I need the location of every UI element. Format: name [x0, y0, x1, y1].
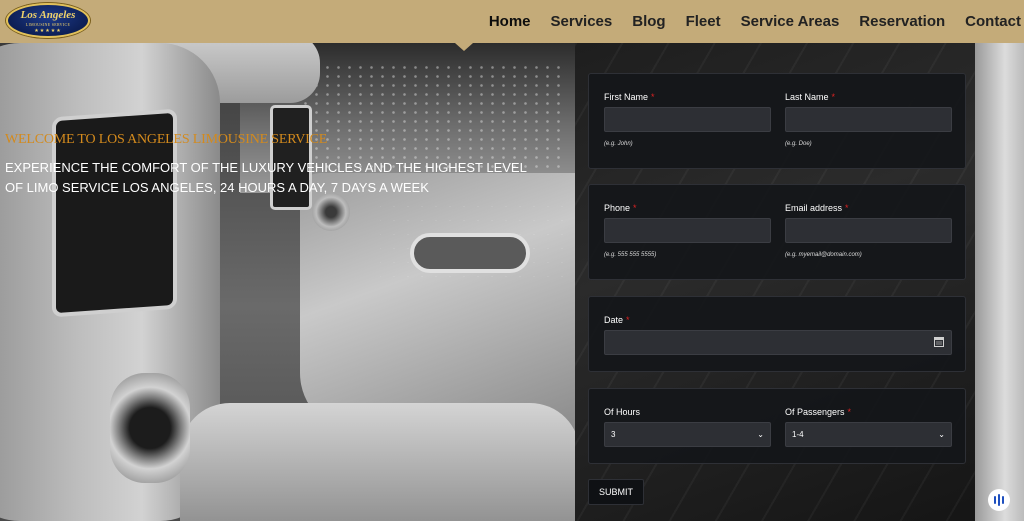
- required-marker: *: [651, 92, 655, 102]
- active-nav-pointer: [455, 43, 473, 51]
- calendar-icon[interactable]: [934, 337, 944, 347]
- hours-value: 3: [611, 430, 616, 439]
- last-name-hint: (e.g. Doe): [785, 141, 812, 147]
- date-panel: Date *: [588, 296, 966, 372]
- right-seat: [975, 43, 1024, 521]
- first-name-label: First Name *: [604, 92, 655, 102]
- required-marker: *: [626, 315, 630, 325]
- phone-label: Phone *: [604, 203, 637, 213]
- required-marker: *: [845, 203, 849, 213]
- nav-item-blog[interactable]: Blog: [632, 13, 665, 30]
- welcome-heading: WELCOME TO LOS ANGELES LIMOUSINE SERVICE: [5, 132, 328, 147]
- last-name-label: Last Name *: [785, 92, 836, 102]
- city-lights: [300, 63, 560, 173]
- widget-bar: [994, 496, 996, 504]
- site-logo[interactable]: Los Angeles LIMOUSINE SERVICE ★★★★★: [6, 3, 90, 38]
- contact-panel: Phone * (e.g. 555 555 5555) Email address…: [588, 184, 966, 280]
- reservation-form: First Name * (e.g. John) Last Name * (e.g.…: [588, 43, 968, 521]
- name-panel: First Name * (e.g. John) Last Name * (e.g.…: [588, 73, 966, 169]
- hours-select[interactable]: 3 ⌄: [604, 422, 771, 447]
- required-marker: *: [633, 203, 637, 213]
- widget-bar: [998, 494, 1000, 506]
- site-header: Los Angeles LIMOUSINE SERVICE ★★★★★ Home…: [0, 0, 1024, 43]
- main-nav: Home Services Blog Fleet Service Areas R…: [489, 0, 1024, 43]
- logo-title: Los Angeles: [20, 9, 76, 21]
- chat-widget-icon[interactable]: [988, 489, 1010, 511]
- widget-bar: [1002, 496, 1004, 504]
- date-input[interactable]: [604, 330, 952, 355]
- passengers-select[interactable]: 1-4 ⌄: [785, 422, 952, 447]
- phone-input[interactable]: [604, 218, 771, 243]
- passengers-value: 1-4: [792, 430, 804, 439]
- hours-label: Of Hours: [604, 407, 641, 417]
- nav-item-contact[interactable]: Contact: [965, 13, 1021, 30]
- nav-item-reservation[interactable]: Reservation: [859, 13, 945, 30]
- date-label: Date *: [604, 315, 630, 325]
- date-field: [604, 330, 952, 355]
- nav-item-fleet[interactable]: Fleet: [686, 13, 721, 30]
- first-name-hint: (e.g. John): [604, 141, 633, 147]
- chevron-down-icon: ⌄: [757, 430, 764, 439]
- submit-button[interactable]: SUBMIT: [588, 479, 644, 505]
- logo-subtitle: LIMOUSINE SERVICE: [25, 22, 71, 27]
- email-input[interactable]: [785, 218, 952, 243]
- door-handle: [410, 233, 530, 273]
- logo-stars: ★★★★★: [34, 28, 62, 34]
- trip-panel: Of Hours 3 ⌄ Of Passengers * 1-4 ⌄: [588, 388, 966, 464]
- door-speaker: [312, 193, 350, 231]
- phone-hint: (e.g. 555 555 5555): [604, 252, 657, 258]
- email-label: Email address *: [785, 203, 849, 213]
- required-marker: *: [831, 92, 836, 102]
- nav-item-home[interactable]: Home: [489, 13, 531, 30]
- first-name-input[interactable]: [604, 107, 771, 132]
- hero-tagline: EXPERIENCE THE COMFORT OF THE LUXURY VEH…: [5, 160, 527, 195]
- air-vent: [110, 373, 190, 483]
- center-console: [180, 403, 580, 521]
- nav-item-services[interactable]: Services: [551, 13, 613, 30]
- passengers-label: Of Passengers *: [785, 407, 852, 417]
- nav-item-service-areas[interactable]: Service Areas: [741, 13, 840, 30]
- email-hint: (e.g. myemail@domain.com): [785, 252, 862, 258]
- required-marker: *: [847, 407, 852, 417]
- last-name-input[interactable]: [785, 107, 952, 132]
- chevron-down-icon: ⌄: [938, 430, 945, 439]
